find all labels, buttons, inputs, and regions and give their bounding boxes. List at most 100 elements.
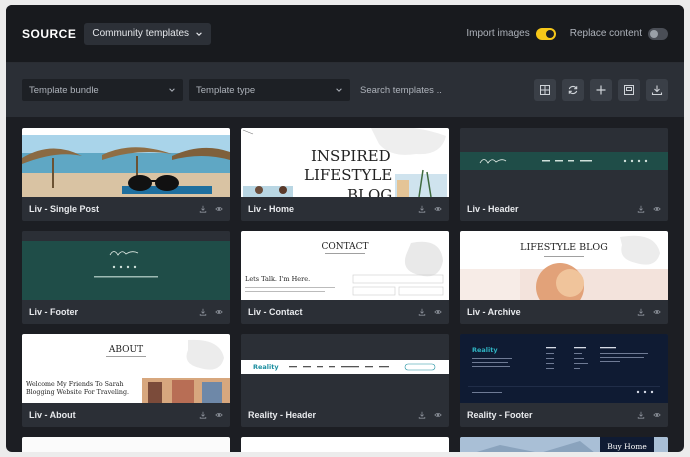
template-card[interactable]: Reality Reality - Footer — [460, 334, 668, 427]
eye-icon[interactable] — [215, 411, 223, 419]
search-input[interactable] — [360, 84, 480, 96]
template-card[interactable]: Liv - Single Post — [22, 128, 230, 221]
buy-home-preview: Buy Home — [460, 437, 668, 452]
import-images-control: Import images — [466, 27, 556, 40]
template-thumbnail: CONTACT Lets Talk. I'm Here. — [241, 231, 449, 300]
eye-icon[interactable] — [215, 308, 223, 316]
contact-preview: CONTACT Lets Talk. I'm Here. — [245, 241, 444, 296]
template-card-label: Liv - Contact — [248, 307, 303, 317]
template-thumbnail — [460, 128, 668, 197]
download-icon[interactable] — [418, 411, 426, 419]
about-subtitle-line2: Blogging Website For Traveling. — [26, 389, 129, 396]
template-thumbnail — [22, 231, 230, 300]
replace-content-label: Replace content — [569, 28, 642, 39]
about-subtitle-line1: Welcome My Friends To Sarah — [26, 381, 124, 388]
plus-icon — [596, 85, 606, 95]
template-thumbnail — [22, 437, 230, 452]
source-select-value: Community templates — [92, 28, 190, 39]
template-bundle-placeholder: Template bundle — [29, 84, 99, 96]
about-title: ABOUT — [108, 345, 143, 355]
eye-icon[interactable] — [434, 411, 442, 419]
header-preview — [460, 152, 668, 170]
download-icon[interactable] — [199, 205, 207, 213]
download-icon[interactable] — [637, 411, 645, 419]
template-library-window: SOURCE Community templates Import images… — [6, 5, 684, 452]
download-icon[interactable] — [199, 411, 207, 419]
template-type-placeholder: Template type — [196, 84, 256, 96]
template-card[interactable]: Liv - Header — [460, 128, 668, 221]
chevron-down-icon — [169, 88, 175, 92]
home-title-line2: LIFESTYLE — [304, 166, 392, 184]
buy-home-title: Buy Home — [607, 442, 647, 451]
template-card-label: Liv - Archive — [467, 307, 521, 317]
replace-content-toggle[interactable] — [648, 27, 668, 40]
save-icon — [624, 85, 634, 95]
brand-title: SOURCE — [22, 26, 77, 41]
import-images-label: Import images — [466, 28, 530, 39]
template-card-label: Reality - Footer — [467, 410, 533, 420]
download-icon[interactable] — [637, 308, 645, 316]
template-bundle-select[interactable]: Template bundle — [22, 79, 183, 101]
chevron-down-icon — [336, 88, 342, 92]
eye-icon[interactable] — [434, 308, 442, 316]
eye-icon[interactable] — [653, 308, 661, 316]
add-button[interactable] — [590, 79, 612, 101]
template-card[interactable]: CONTACT Lets Talk. I'm Here. Liv - Conta… — [241, 231, 449, 324]
reality-footer-logo: Reality — [472, 346, 498, 354]
eye-icon[interactable] — [215, 205, 223, 213]
reality-header-preview: Reality — [241, 360, 449, 374]
template-thumbnail: Buy Home — [460, 437, 668, 452]
home-preview: INSPIRED LIFESTYLE BLOG — [242, 128, 447, 197]
template-card[interactable]: LIFESTYLE BLOG Liv - Archive — [460, 231, 668, 324]
archive-preview: LIFESTYLE BLOG — [460, 235, 668, 300]
template-card-label: Liv - Home — [248, 204, 295, 214]
grid-icon — [540, 85, 550, 95]
template-card-label: Liv - Footer — [29, 307, 78, 317]
download-icon[interactable] — [199, 308, 207, 316]
template-thumbnail: INSPIRED LIFESTYLE BLOG — [241, 128, 449, 197]
eye-icon[interactable] — [653, 205, 661, 213]
template-card[interactable]: ABOUT Welcome My Friends To Sarah Bloggi… — [22, 334, 230, 427]
template-card[interactable] — [22, 437, 230, 452]
eye-icon[interactable] — [653, 411, 661, 419]
template-card-label: Liv - About — [29, 410, 76, 420]
archive-title: LIFESTYLE BLOG — [520, 242, 608, 253]
template-thumbnail — [22, 128, 230, 197]
template-card[interactable]: Liv - Footer — [22, 231, 230, 324]
template-type-select[interactable]: Template type — [189, 79, 350, 101]
download-icon[interactable] — [418, 205, 426, 213]
template-thumbnail: LIFESTYLE BLOG — [460, 231, 668, 300]
download-icon[interactable] — [637, 205, 645, 213]
grid-view-button[interactable] — [534, 79, 556, 101]
about-preview: ABOUT Welcome My Friends To Sarah Bloggi… — [26, 339, 230, 403]
contact-subtitle: Lets Talk. I'm Here. — [245, 275, 310, 283]
reality-logo: Reality — [253, 363, 279, 371]
eye-icon[interactable] — [434, 205, 442, 213]
template-card[interactable] — [241, 437, 449, 452]
template-card-label: Liv - Header — [467, 204, 519, 214]
contact-title: CONTACT — [321, 242, 368, 252]
template-card[interactable]: Buy Home — [460, 437, 668, 452]
download-button[interactable] — [646, 79, 668, 101]
refresh-icon — [568, 85, 578, 95]
replace-content-control: Replace content — [569, 27, 668, 40]
template-grid: Liv - Single Post INSPIRED LIFESTYLE BLO… — [22, 128, 668, 452]
template-thumbnail: Reality — [460, 334, 668, 403]
source-select[interactable]: Community templates — [84, 22, 212, 45]
template-thumbnail — [241, 437, 449, 452]
top-bar: SOURCE Community templates Import images… — [6, 5, 684, 63]
download-icon[interactable] — [418, 308, 426, 316]
template-card[interactable]: Reality Reality - Header — [241, 334, 449, 427]
save-button[interactable] — [618, 79, 640, 101]
chevron-down-icon — [196, 31, 202, 36]
template-card[interactable]: INSPIRED LIFESTYLE BLOG Liv - Home — [241, 128, 449, 221]
template-card-label: Reality - Header — [248, 410, 317, 420]
download-icon — [651, 85, 663, 96]
footer-preview — [22, 241, 230, 300]
template-card-label: Liv - Single Post — [29, 204, 100, 214]
import-images-toggle[interactable] — [535, 27, 556, 40]
refresh-button[interactable] — [562, 79, 584, 101]
home-title-line1: INSPIRED — [311, 147, 391, 165]
filter-bar: Template bundle Template type — [6, 63, 684, 117]
beach-photo — [22, 135, 230, 197]
